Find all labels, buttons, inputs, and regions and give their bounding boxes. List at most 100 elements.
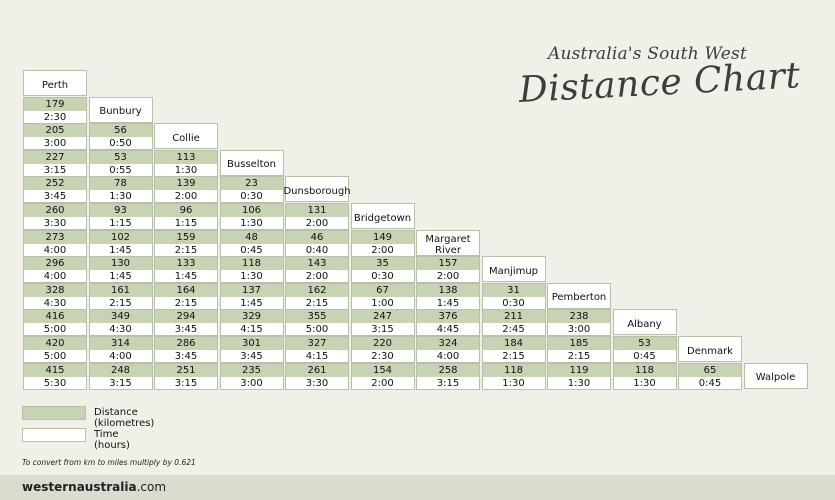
- distance-value: 130: [89, 257, 152, 271]
- distance-value: 415: [24, 363, 86, 377]
- time-value: 4:30: [89, 323, 152, 336]
- distance-time-cell: 416 5:00: [23, 309, 87, 337]
- time-value: 4:00: [417, 350, 479, 362]
- distance-time-cell: 53 0:55: [88, 149, 153, 177]
- time-value: 3:45: [155, 323, 217, 336]
- time-value: 2:00: [351, 243, 414, 256]
- time-value: 1:45: [220, 296, 283, 309]
- distance-value: 139: [155, 177, 217, 191]
- distance-time-cell: 113 1:30: [154, 149, 218, 177]
- town-label: Busselton: [219, 149, 284, 176]
- distance-value: 53: [89, 150, 152, 164]
- time-value: 5:00: [286, 323, 348, 336]
- time-value: 3:15: [89, 376, 152, 389]
- distance-legend-label: Distance (kilometres): [94, 407, 155, 429]
- town-label: Manjimup: [481, 256, 546, 283]
- distance-value: 23: [220, 177, 283, 191]
- time-value: 4:00: [24, 270, 86, 283]
- distance-value: 314: [89, 337, 152, 350]
- time-value: 1:30: [220, 270, 283, 283]
- time-value: 0:45: [220, 243, 283, 256]
- distance-time-cell: 138 1:45: [416, 282, 480, 310]
- distance-time-cell: 260 3:30: [23, 203, 87, 230]
- distance-value: 248: [89, 363, 152, 377]
- distance-value: 296: [24, 257, 86, 271]
- distance-value: 161: [89, 283, 152, 297]
- distance-value: 131: [286, 204, 348, 217]
- time-value: 3:45: [220, 350, 283, 362]
- distance-value: 31: [482, 283, 545, 297]
- time-value: 4:30: [24, 296, 86, 309]
- distance-value: 143: [286, 257, 348, 271]
- distance-value: 118: [613, 363, 676, 377]
- time-value: 0:30: [351, 270, 414, 283]
- distance-time-cell: 162 2:15: [285, 282, 349, 310]
- site-name-main: westernaustralia: [22, 480, 137, 494]
- time-value: 2:00: [417, 270, 479, 283]
- distance-value: 133: [155, 257, 217, 271]
- distance-time-cell: 161 2:15: [88, 282, 153, 310]
- town-label: Perth: [23, 70, 87, 96]
- distance-value: 328: [24, 283, 86, 297]
- distance-value: 118: [482, 363, 545, 377]
- distance-value: 162: [286, 283, 348, 297]
- time-value: 0:45: [613, 350, 676, 362]
- distance-value: 35: [351, 257, 414, 271]
- distance-value: 329: [220, 310, 283, 324]
- distance-value: 416: [24, 310, 86, 324]
- time-value: 4:15: [286, 350, 348, 362]
- time-value: 2:15: [482, 350, 545, 362]
- distance-time-cell: 220 2:30: [350, 336, 415, 363]
- distance-time-cell: 102 1:45: [88, 229, 153, 257]
- time-value: 3:30: [286, 376, 348, 389]
- distance-time-cell: 273 4:00: [23, 229, 87, 257]
- time-value: 1:45: [417, 296, 479, 309]
- distance-value: 227: [24, 150, 86, 164]
- time-value: 2:45: [482, 323, 545, 336]
- distance-time-cell: 53 0:45: [612, 336, 677, 363]
- time-value: 2:15: [155, 243, 217, 256]
- time-value: 0:55: [89, 163, 152, 176]
- distance-time-cell: 314 4:00: [88, 336, 153, 363]
- distance-time-cell: 46 0:40: [285, 229, 349, 257]
- time-value: 4:15: [220, 323, 283, 336]
- distance-value: 119: [548, 363, 610, 377]
- distance-time-cell: 48 0:45: [219, 229, 284, 257]
- distance-time-cell: 31 0:30: [481, 282, 546, 310]
- time-value: 5:00: [24, 350, 86, 362]
- time-value: 3:45: [24, 190, 86, 203]
- distance-time-cell: 119 1:30: [547, 362, 611, 390]
- distance-value: 56: [89, 124, 152, 138]
- distance-value: 355: [286, 310, 348, 324]
- distance-time-cell: 238 3:00: [547, 309, 611, 337]
- time-value: 1:30: [220, 217, 283, 229]
- time-value: 2:00: [351, 376, 414, 389]
- distance-time-cell: 164 2:15: [154, 282, 218, 310]
- distance-swatch: [22, 406, 86, 420]
- distance-value: 294: [155, 310, 217, 324]
- distance-value: 93: [89, 204, 152, 217]
- distance-time-cell: 247 3:15: [350, 309, 415, 337]
- distance-value: 349: [89, 310, 152, 324]
- distance-value: 301: [220, 337, 283, 350]
- distance-value: 48: [220, 230, 283, 244]
- time-value: 4:00: [24, 243, 86, 256]
- town-label: Walpole: [743, 362, 808, 389]
- time-value: 3:00: [24, 137, 86, 150]
- distance-value: 102: [89, 230, 152, 244]
- distance-time-cell: 133 1:45: [154, 256, 218, 284]
- time-value: 1:30: [613, 376, 676, 389]
- time-value: 3:00: [220, 376, 283, 389]
- time-value: 3:00: [548, 323, 610, 336]
- distance-time-cell: 252 3:45: [23, 176, 87, 204]
- time-value: 1:00: [351, 296, 414, 309]
- site-name[interactable]: westernaustralia.com: [22, 480, 166, 494]
- time-value: 1:45: [89, 270, 152, 283]
- distance-value: 420: [24, 337, 86, 350]
- time-value: 2:30: [351, 350, 414, 362]
- distance-value: 327: [286, 337, 348, 350]
- distance-time-cell: 93 1:15: [88, 203, 153, 230]
- distance-value: 324: [417, 337, 479, 350]
- distance-time-cell: 131 2:00: [285, 203, 349, 230]
- distance-time-cell: 137 1:45: [219, 282, 284, 310]
